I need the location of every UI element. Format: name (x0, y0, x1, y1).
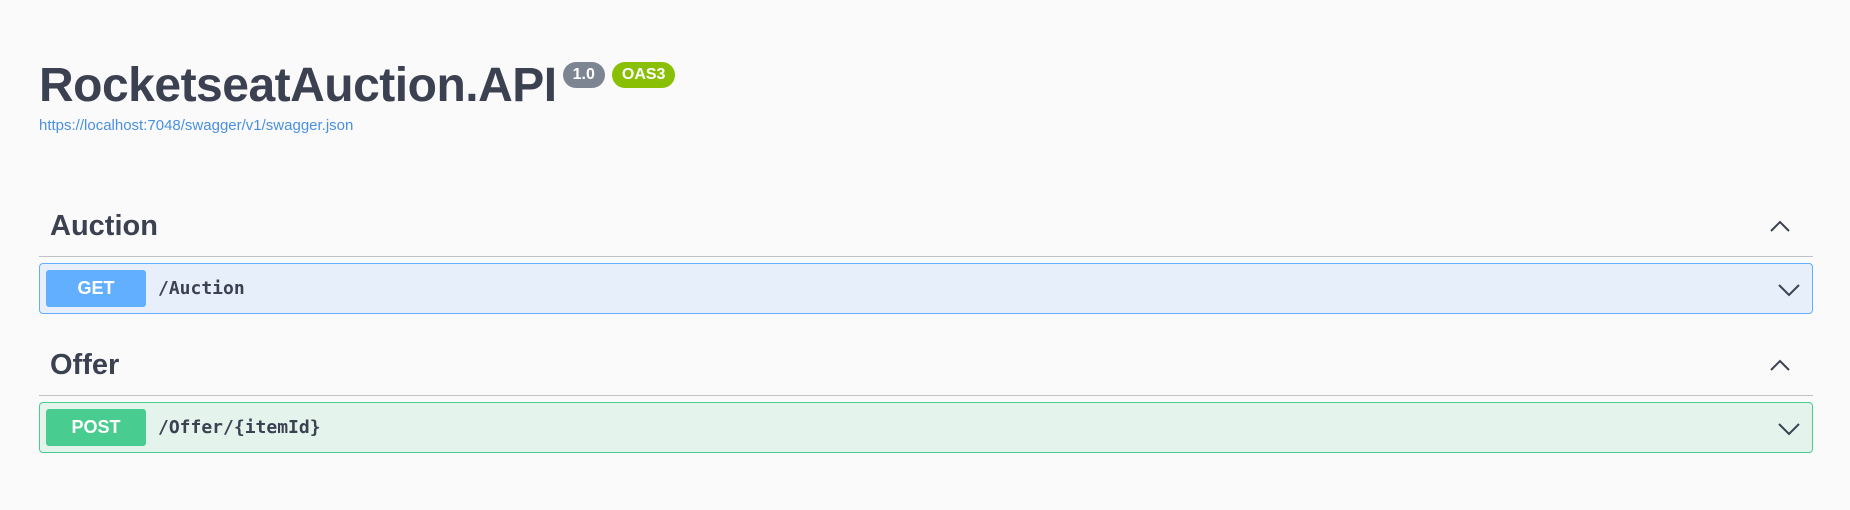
tag-header-auction[interactable]: Auction (39, 197, 1813, 257)
swagger-ui: RocketseatAuction.API 1.0 OAS3 https://l… (0, 0, 1850, 510)
endpoint-path: /Auction (158, 278, 245, 299)
endpoint-path: /Offer/{itemId} (158, 417, 321, 438)
chevron-up-icon[interactable] (1765, 351, 1795, 381)
oas-badge: OAS3 (611, 62, 676, 88)
chevron-down-icon[interactable] (1774, 274, 1804, 304)
chevron-up-icon[interactable] (1765, 212, 1795, 242)
tag-header-offer[interactable]: Offer (39, 336, 1813, 396)
tag-title: Offer (50, 349, 120, 381)
tag-section-auction: Auction GET /Auction (39, 197, 1813, 314)
api-title: RocketseatAuction.API (39, 59, 557, 112)
opblock-get-auction[interactable]: GET /Auction (39, 263, 1813, 314)
swagger-json-link[interactable]: https://localhost:7048/swagger/v1/swagge… (39, 117, 675, 134)
tag-section-offer: Offer POST /Offer/{itemId} (39, 336, 1813, 453)
chevron-down-icon[interactable] (1774, 413, 1804, 443)
opblock-post-offer[interactable]: POST /Offer/{itemId} (39, 402, 1813, 453)
tag-title: Auction (50, 210, 158, 242)
api-info: RocketseatAuction.API 1.0 OAS3 https://l… (39, 56, 676, 134)
version-badge: 1.0 (562, 62, 605, 88)
title-row: RocketseatAuction.API 1.0 OAS3 (39, 56, 676, 116)
method-badge: GET (46, 270, 146, 307)
method-badge: POST (46, 409, 146, 446)
